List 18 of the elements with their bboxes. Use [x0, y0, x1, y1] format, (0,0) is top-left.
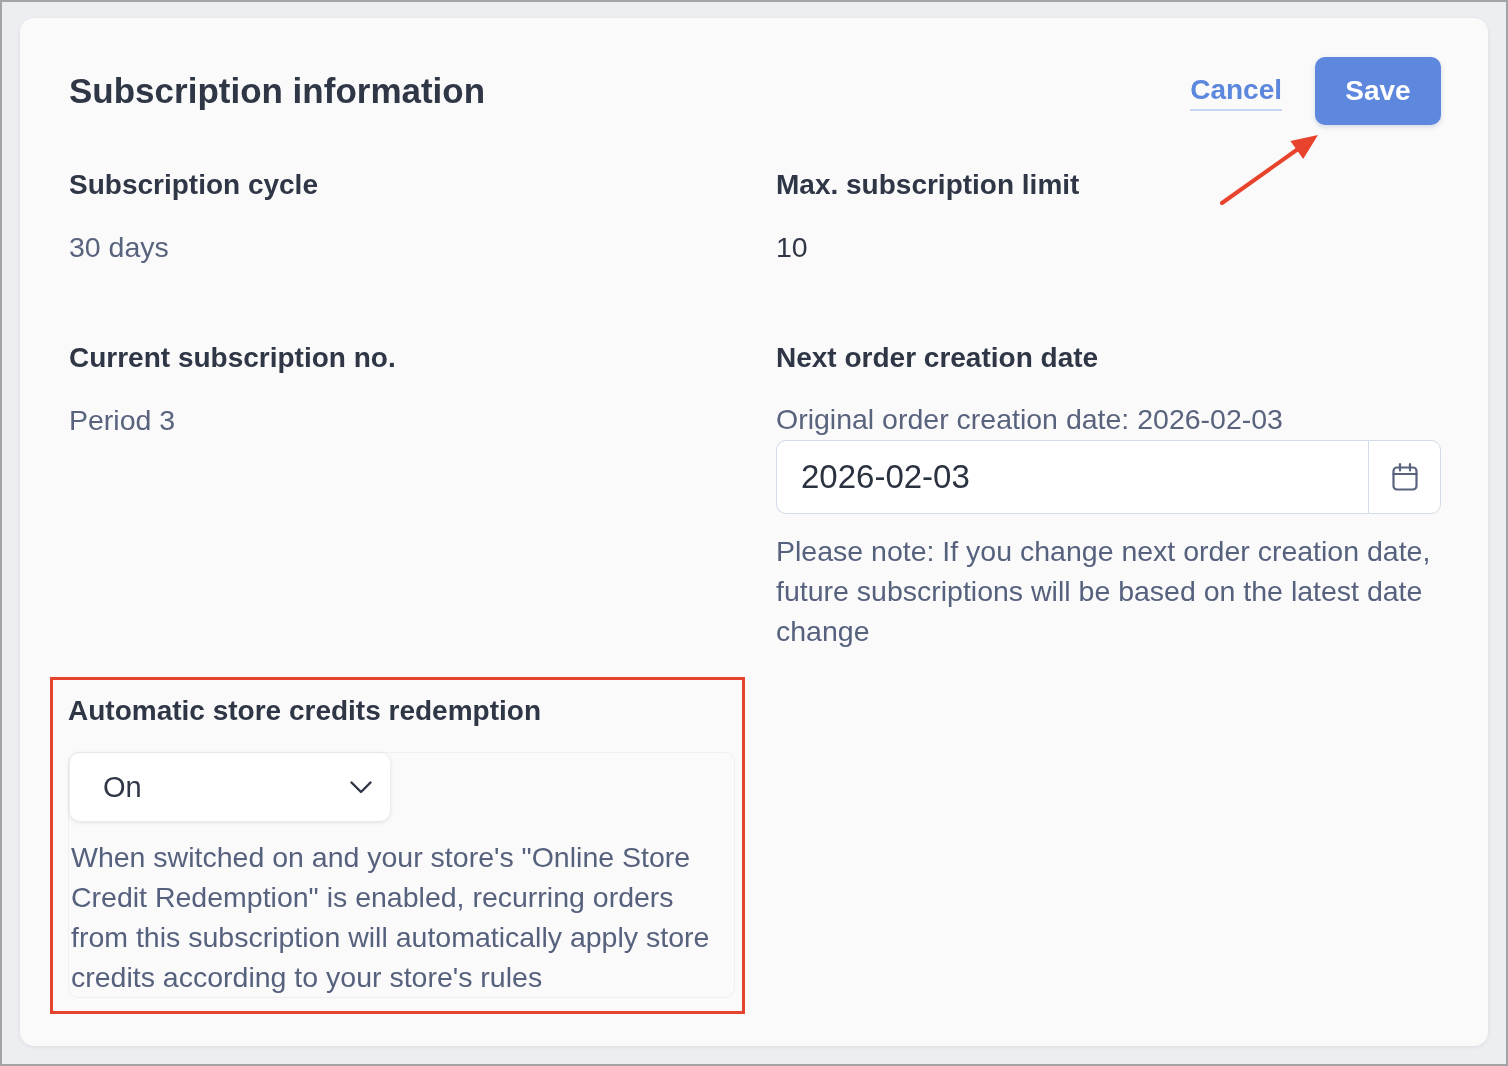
calendar-button[interactable]	[1368, 440, 1441, 514]
select-dropdown[interactable]: On	[70, 753, 390, 821]
chevron-down-icon	[350, 780, 372, 794]
field-value: Period 3	[69, 404, 177, 436]
field-value: 30 days	[69, 231, 170, 263]
date-input[interactable]: 2026-02-03	[776, 440, 1368, 514]
field-label: Current subscription no.	[69, 342, 397, 374]
field-note: Please note: If you change next order creation date, future subscriptions will be based on the latest date change	[776, 534, 1432, 649]
field-value: 10	[776, 231, 809, 263]
field-label: Subscription cycle	[69, 169, 319, 201]
field-label: Max. subscription limit	[776, 169, 1081, 201]
field-label: Automatic store credits redemption	[68, 695, 542, 727]
save-button[interactable]: Save	[1315, 57, 1441, 125]
panel-title: Subscription information	[69, 71, 486, 111]
field-caption: Original order creation date: 2026-02-03	[776, 403, 1284, 435]
field-description: When switched on and your store's "Online Store Credit Redemption" is enabled, recurring orders from this subscription will automatically apply store credits according to your store's rules	[70, 840, 711, 995]
field-label: Next order creation date	[776, 342, 1100, 374]
calendar-icon	[1391, 463, 1418, 491]
